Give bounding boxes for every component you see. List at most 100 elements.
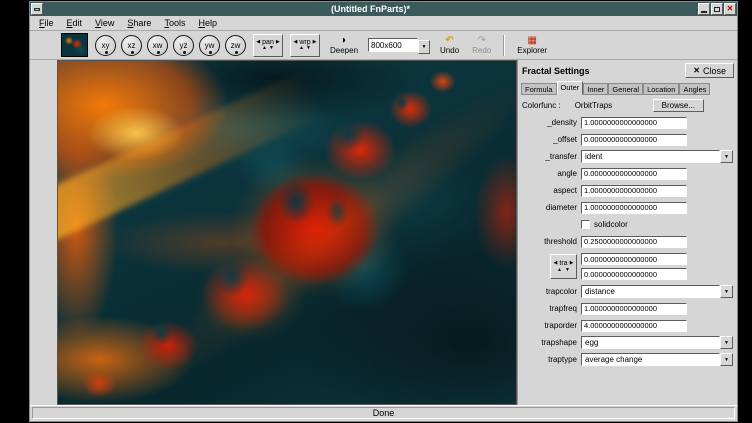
param-label: traptype bbox=[521, 355, 577, 364]
menu-file[interactable]: File bbox=[33, 17, 61, 29]
tra-right-arrow-icon[interactable]: ▶ bbox=[570, 261, 574, 266]
tab-location[interactable]: Location bbox=[643, 83, 679, 95]
chevron-down-icon[interactable]: ▼ bbox=[418, 40, 430, 54]
tra-param-row: ◀ tra ▶ ▲ ▼ bbox=[521, 250, 735, 283]
param-label: diameter bbox=[521, 203, 577, 212]
trapcolor-combo[interactable]: distance ▼ bbox=[581, 285, 733, 298]
trapshape-combo[interactable]: egg ▼ bbox=[581, 336, 733, 349]
param-label: _transfer bbox=[521, 152, 577, 161]
angle-input[interactable] bbox=[581, 168, 687, 180]
image-size-combo[interactable]: ▼ bbox=[368, 37, 430, 54]
tab-inner[interactable]: Inner bbox=[583, 83, 608, 95]
param-row: _density bbox=[521, 114, 735, 131]
tab-formula[interactable]: Formula bbox=[521, 83, 557, 95]
fractal-settings-panel: Fractal Settings ✕ Close Formula Outer I… bbox=[517, 60, 737, 405]
statusbar: Done bbox=[30, 405, 737, 421]
main-area: Fractal Settings ✕ Close Formula Outer I… bbox=[30, 60, 737, 405]
pan-right-arrow-icon[interactable]: ▶ bbox=[276, 40, 280, 45]
menu-share[interactable]: Share bbox=[121, 17, 158, 29]
maximize-icon bbox=[714, 7, 720, 12]
solidcolor-checkbox[interactable] bbox=[581, 220, 590, 229]
tra-up-arrow-icon[interactable]: ▲ bbox=[557, 268, 562, 273]
warp-control[interactable]: ◀ wrp ▶ ▲ ▼ bbox=[290, 34, 320, 57]
pan-control[interactable]: ◀ pan ▶ ▲ ▼ bbox=[253, 34, 283, 57]
tra-value2-input[interactable] bbox=[581, 268, 687, 280]
panel-close-button[interactable]: ✕ Close bbox=[685, 63, 734, 78]
pan-up-arrow-icon[interactable]: ▲ bbox=[262, 46, 267, 51]
offset-input[interactable] bbox=[581, 134, 687, 146]
tab-angles[interactable]: Angles bbox=[679, 83, 710, 95]
param-label: angle bbox=[521, 169, 577, 178]
maximize-button[interactable] bbox=[711, 3, 723, 15]
warp-left-arrow-icon[interactable]: ◀ bbox=[294, 40, 298, 45]
rotate-xz-button[interactable]: xz bbox=[121, 35, 142, 56]
tab-outer[interactable]: Outer bbox=[557, 81, 584, 95]
param-row: _offset bbox=[521, 131, 735, 148]
undo-button[interactable]: ↶ Undo bbox=[437, 35, 462, 56]
trapfreq-input[interactable] bbox=[581, 303, 687, 315]
rotate-yz-button[interactable]: yz bbox=[173, 35, 194, 56]
browse-button[interactable]: Browse... bbox=[653, 99, 704, 112]
warp-right-arrow-icon[interactable]: ▶ bbox=[313, 40, 317, 45]
deepen-button[interactable]: ◗ Deepen bbox=[327, 35, 361, 56]
density-input[interactable] bbox=[581, 117, 687, 129]
rotation-indicator-dot bbox=[131, 51, 134, 54]
canvas-gutter bbox=[30, 60, 57, 405]
warp-down-arrow-icon[interactable]: ▼ bbox=[306, 46, 311, 51]
chevron-down-icon[interactable]: ▼ bbox=[720, 285, 733, 298]
transfer-combo[interactable]: ident ▼ bbox=[581, 150, 733, 163]
rotate-zw-button[interactable]: zw bbox=[225, 35, 246, 56]
fractal-canvas[interactable] bbox=[57, 60, 517, 405]
close-button[interactable]: ✕ bbox=[724, 3, 736, 15]
titlebar[interactable]: (Untitled FnParts)* ✕ bbox=[30, 2, 737, 16]
menu-tools[interactable]: Tools bbox=[158, 17, 192, 29]
pan-down-arrow-icon[interactable]: ▼ bbox=[269, 46, 274, 51]
tra-param-pager[interactable]: ◀ tra ▶ ▲ ▼ bbox=[550, 254, 577, 279]
rotate-xw-label: xw bbox=[153, 41, 163, 50]
image-size-input[interactable] bbox=[368, 38, 418, 52]
param-label: threshold bbox=[521, 237, 577, 246]
traptype-value: average change bbox=[581, 353, 720, 366]
param-label: _density bbox=[521, 118, 577, 127]
transfer-value: ident bbox=[581, 150, 720, 163]
traptype-combo[interactable]: average change ▼ bbox=[581, 353, 733, 366]
rotation-buttons: xy xz xw yz yw zw bbox=[95, 35, 246, 56]
tra-down-arrow-icon[interactable]: ▼ bbox=[565, 268, 570, 273]
chevron-down-icon[interactable]: ▼ bbox=[720, 353, 733, 366]
panel-header: Fractal Settings ✕ Close bbox=[521, 62, 735, 79]
fractal-preview-thumbnail[interactable] bbox=[61, 33, 88, 57]
minimize-button[interactable] bbox=[698, 3, 710, 15]
rotation-indicator-dot bbox=[209, 51, 212, 54]
traporder-input[interactable] bbox=[581, 320, 687, 332]
rotate-yz-label: yz bbox=[180, 41, 188, 50]
window-menu-button[interactable] bbox=[31, 3, 43, 15]
menu-edit[interactable]: Edit bbox=[61, 17, 90, 29]
undo-icon: ↶ bbox=[445, 36, 453, 46]
tab-general[interactable]: General bbox=[608, 83, 643, 95]
threshold-input[interactable] bbox=[581, 236, 687, 248]
tra-value1-input[interactable] bbox=[581, 253, 687, 265]
tra-label: tra bbox=[559, 260, 567, 267]
rotate-yw-button[interactable]: yw bbox=[199, 35, 220, 56]
redo-button[interactable]: ↷ Redo bbox=[469, 35, 494, 56]
aspect-input[interactable] bbox=[581, 185, 687, 197]
redo-icon: ↷ bbox=[478, 36, 486, 46]
menu-view[interactable]: View bbox=[89, 17, 121, 29]
param-row: traptype average change ▼ bbox=[521, 351, 735, 368]
rotate-xw-button[interactable]: xw bbox=[147, 35, 168, 56]
tra-left-arrow-icon[interactable]: ◀ bbox=[554, 261, 558, 266]
colorfunc-value: OrbitTraps bbox=[575, 101, 613, 110]
param-label: traporder bbox=[521, 321, 577, 330]
diameter-input[interactable] bbox=[581, 202, 687, 214]
chevron-down-icon[interactable]: ▼ bbox=[720, 336, 733, 349]
param-row: trapcolor distance ▼ bbox=[521, 283, 735, 300]
menu-help[interactable]: Help bbox=[192, 17, 224, 29]
param-row: aspect bbox=[521, 182, 735, 199]
pan-left-arrow-icon[interactable]: ◀ bbox=[256, 40, 260, 45]
explorer-button[interactable]: ▦ Explorer bbox=[514, 35, 550, 56]
warp-up-arrow-icon[interactable]: ▲ bbox=[299, 46, 304, 51]
rotate-xy-button[interactable]: xy bbox=[95, 35, 116, 56]
deepen-icon: ◗ bbox=[341, 36, 347, 46]
param-row: traporder bbox=[521, 317, 735, 334]
chevron-down-icon[interactable]: ▼ bbox=[720, 150, 733, 163]
